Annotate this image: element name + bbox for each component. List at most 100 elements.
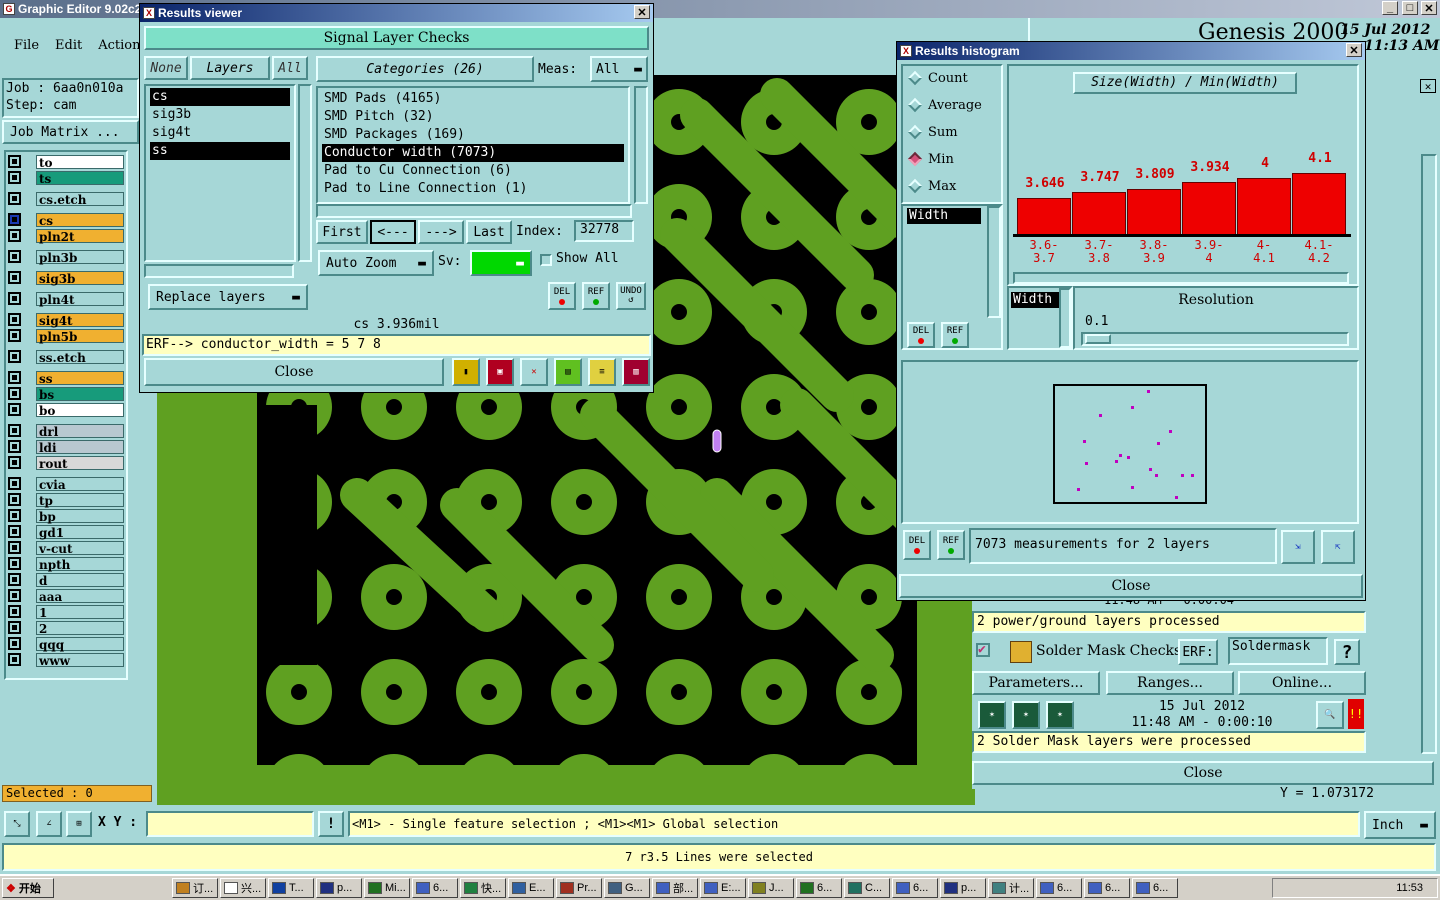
sm-check-checkbox[interactable]: ✔ [976,643,990,657]
first-button[interactable]: First [316,220,368,244]
radio-icon[interactable] [907,178,923,194]
layer-checkbox[interactable] [8,477,21,490]
layer-name[interactable]: bs [36,386,124,402]
layer-list-vscroll[interactable] [298,84,312,262]
job-matrix-button[interactable]: Job Matrix ... [2,120,139,144]
histogram-icon[interactable]: ▥ [622,358,650,386]
sm-parameters-button[interactable]: Parameters... [972,671,1100,695]
result-layer-cs[interactable]: cs [150,88,290,106]
xy-input[interactable] [146,811,314,837]
radio-icon[interactable] [907,124,923,140]
layer-row-to[interactable]: to [8,154,124,170]
layer-name[interactable]: drl [36,423,124,439]
del-icon-button[interactable]: DEL [548,282,576,310]
map-del-button[interactable]: DEL [903,530,931,560]
taskbar-item[interactable]: G... [604,878,650,898]
export-icon[interactable]: ⇲ [1281,530,1315,564]
menu-edit[interactable]: Edit [55,38,82,53]
layer-checkbox[interactable] [8,621,21,634]
layer-checkbox[interactable] [8,155,21,168]
layer-name[interactable]: pln5b [36,328,124,344]
layer-name[interactable]: rout [36,455,124,471]
layer-checkbox[interactable] [8,350,21,363]
layer-checkbox[interactable] [8,192,21,205]
attr-selected[interactable]: Width [1011,292,1059,308]
option-count[interactable]: Count [904,66,1000,90]
layer-name[interactable]: bp [36,508,124,524]
location-point[interactable] [1083,440,1086,443]
import-icon[interactable]: ⇱ [1321,530,1355,564]
location-point[interactable] [1131,486,1134,489]
sm-run-icon[interactable]: ✶ [978,701,1006,729]
taskbar-item[interactable]: 6... [796,878,842,898]
location-point[interactable] [1149,468,1152,471]
taskbar-item[interactable]: Mi... [364,878,410,898]
taskbar-item[interactable]: 快... [460,878,506,898]
category-item[interactable]: Pad to Cu Connection (6) [322,162,624,180]
category-item[interactable]: SMD Pads (4165) [322,90,624,108]
option-max[interactable]: Max [904,174,1000,198]
radio-icon[interactable] [907,97,923,113]
taskbar-item[interactable]: 6... [1036,878,1082,898]
layer-row-bs[interactable]: bs [8,386,124,402]
snap-tool-icon[interactable]: ⊞ [66,811,92,837]
taskbar-item[interactable]: 6... [412,878,458,898]
sm-help-button[interactable]: ? [1334,639,1360,665]
taskbar-item[interactable]: 部... [652,878,698,898]
menu-action[interactable]: Action [98,38,140,53]
layer-name[interactable]: ts [36,170,124,186]
layer-checkbox[interactable] [8,171,21,184]
layer-row-ss[interactable]: ss [8,370,124,386]
histogram-close-button[interactable]: Close [899,574,1363,598]
layer-row-d[interactable]: d [8,572,124,588]
result-layer-list[interactable]: cs sig3b sig4t ss [144,84,296,262]
layer-name[interactable]: v-cut [36,540,124,556]
layer-name[interactable]: gd1 [36,524,124,540]
layer-name[interactable]: sig3b [36,270,124,286]
taskbar-item[interactable]: 计... [988,878,1034,898]
ref-icon-button[interactable]: REF [582,282,610,310]
layer-name[interactable]: sig4t [36,312,124,328]
taskbar-item[interactable]: J... [748,878,794,898]
location-point[interactable] [1147,390,1150,393]
layer-row-npth[interactable]: npth [8,556,124,572]
taskbar-item[interactable]: 订... [172,878,218,898]
layer-name[interactable]: tp [36,492,124,508]
sm-erf-field[interactable]: Soldermask [1228,637,1328,665]
category-item[interactable]: Pad to Line Connection (1) [322,180,624,198]
taskbar-item[interactable]: T... [268,878,314,898]
radio-icon[interactable] [907,70,923,86]
maximize-button[interactable]: □ [1402,1,1418,15]
layer-checkbox[interactable] [8,403,21,416]
layer-name[interactable]: pln3b [36,249,124,265]
layer-row-sig3b[interactable]: sig3b [8,270,124,286]
radio-icon[interactable] [907,151,923,167]
hist-del-button[interactable]: DEL [907,322,935,348]
layer-row-qqq[interactable]: qqq [8,636,124,652]
layer-checkbox[interactable] [8,605,21,618]
last-button[interactable]: Last [466,220,512,244]
layer-name[interactable]: pln4t [36,291,124,307]
report-icon[interactable]: ▣ [486,358,514,386]
histogram-bar[interactable] [1237,178,1291,236]
layer-row-aaa[interactable]: aaa [8,588,124,604]
layer-list-hscroll[interactable] [144,264,294,278]
layer-row-gd1[interactable]: gd1 [8,524,124,540]
taskbar-item[interactable]: 6... [1084,878,1130,898]
chart-hscroll[interactable] [1013,272,1349,284]
option-min[interactable]: Min [904,147,1000,171]
result-layer-sig3b[interactable]: sig3b [150,106,290,124]
layer-name[interactable]: ss.etch [36,349,124,365]
taskbar-item[interactable]: 6... [1132,878,1178,898]
layer-name[interactable]: 2 [36,620,124,636]
layer-name[interactable]: npth [36,556,124,572]
layer-row-rout[interactable]: rout [8,455,124,471]
histogram-bar[interactable] [1292,173,1346,236]
layer-checkbox[interactable] [8,456,21,469]
auto-zoom-menu[interactable]: Auto Zoom ▬ [318,250,434,276]
layers-none-button[interactable]: None [144,56,188,80]
category-list[interactable]: SMD Pads (4165) SMD Pitch (32) SMD Packa… [316,86,630,204]
location-point[interactable] [1181,474,1184,477]
checklist-close-button[interactable]: Close [972,761,1434,785]
layer-row-tp[interactable]: tp [8,492,124,508]
